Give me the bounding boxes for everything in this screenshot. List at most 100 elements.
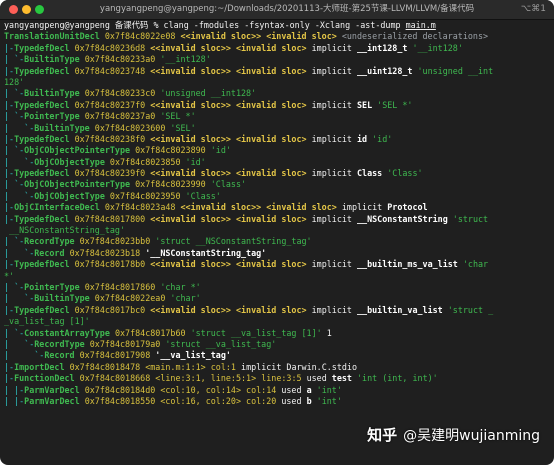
- terminal-token: <<invalid sloc>> <invalid sloc>: [150, 99, 307, 110]
- terminal-token: <<invalid sloc>> <invalid sloc>: [150, 168, 307, 179]
- terminal-token: |-: [4, 42, 15, 53]
- terminal-token: <col:10, col:14>: [160, 384, 247, 395]
- terminal-token: | `-: [4, 327, 25, 338]
- terminal-token: | |-: [4, 384, 25, 395]
- terminal-token: TypedefDecl: [14, 168, 75, 179]
- terminal-line: | `-BuiltinType 0x7f84c8022ea0 'char': [4, 293, 550, 304]
- terminal-token: '__int128': [412, 42, 463, 53]
- terminal-token: | `-: [4, 350, 45, 361]
- terminal-token: | `-: [4, 111, 25, 122]
- terminal-token: 0x7f84c8023748: [74, 65, 151, 76]
- terminal-token: 'char *': [160, 281, 201, 292]
- terminal-line: | `-Record 0x7f84c8023b18 '__NSConstantS…: [4, 248, 550, 259]
- terminal-token: used: [306, 373, 332, 384]
- terminal-token: | `-: [4, 54, 25, 65]
- terminal-token: BuiltinType: [34, 293, 95, 304]
- terminal-token: | `-: [4, 122, 35, 133]
- terminal-token: 0x7f84c8018550: [84, 395, 161, 406]
- terminal-token: '__NSConstantString_tag': [145, 247, 267, 258]
- terminal-token: 0x7f84c8018478: [69, 361, 146, 372]
- terminal-token: | `-: [4, 247, 35, 258]
- terminal-line: | `-BuiltinType 0x7f84c80233a0 '__int128…: [4, 54, 550, 65]
- terminal-token: | `-: [4, 145, 25, 156]
- terminal-token: 0x7f84c8017b60: [114, 327, 191, 338]
- terminal-token: implicit: [306, 259, 357, 270]
- terminal-token: 'id': [210, 145, 231, 156]
- terminal-line: |-TypedefDecl 0x7f84c8023748 <<invalid s…: [4, 66, 550, 77]
- terminal-token: <line:3:1, line:5:1>: [155, 373, 262, 384]
- terminal-line: |-ImportDecl 0x7f84c8018478 <main.m:1:1>…: [4, 362, 550, 373]
- terminal-token: <col:16, col:20>: [160, 395, 247, 406]
- terminal-line: |-TypedefDecl 0x7f84c80237f0 <<invalid s…: [4, 100, 550, 111]
- terminal-token: 'id': [185, 156, 206, 167]
- close-button[interactable]: [9, 5, 18, 14]
- terminal-token: implicit: [306, 42, 357, 53]
- terminal-token: 0x7f84c8023890: [135, 145, 211, 156]
- terminal-token: |-: [4, 99, 15, 110]
- terminal-line: |-FunctionDecl 0x7f84c8018668 <line:3:1,…: [4, 373, 550, 384]
- terminal-token: ImportDecl: [14, 361, 70, 372]
- terminal-token: implicit Darwin.C.stdio: [241, 361, 358, 372]
- terminal-token: ConstantArrayType: [24, 327, 115, 338]
- terminal-token: <<invalid sloc>> <invalid sloc>: [150, 65, 307, 76]
- minimize-button[interactable]: [22, 5, 31, 14]
- terminal-token: <<invalid sloc>> <invalid sloc>: [180, 31, 337, 42]
- terminal-token: __builtin_va_list: [356, 304, 448, 315]
- terminal-token: main.m: [405, 20, 436, 30]
- terminal-token: 'struct _: [447, 304, 494, 315]
- terminal-line: __NSConstantString_tag': [4, 225, 550, 236]
- terminal-token: 0x7f84c8017bc0: [74, 304, 151, 315]
- terminal-token: *': [4, 270, 15, 281]
- terminal-token: | `-: [4, 281, 25, 292]
- terminal-line: | `-ObjCObjectType 0x7f84c8023850 'id': [4, 157, 550, 168]
- terminal-token: used: [281, 395, 307, 406]
- terminal-token: 0x7f84c8023a48: [104, 202, 181, 213]
- terminal-token: 'struct __NSConstantString_tag': [155, 236, 312, 247]
- terminal-line: *': [4, 271, 550, 282]
- terminal-token: BuiltinType: [24, 54, 85, 65]
- terminal-token: 0x7f84c8017908: [79, 350, 156, 361]
- terminal-line: | `-ObjCObjectPointerType 0x7f84c8023890…: [4, 145, 550, 156]
- terminal-token: 0x7f84c80237f0: [74, 99, 151, 110]
- terminal-token: 'int': [316, 384, 342, 395]
- terminal-token: |-: [4, 202, 15, 213]
- terminal-token: id: [356, 133, 373, 144]
- terminal-token: 1: [326, 327, 332, 338]
- zoom-button[interactable]: [35, 5, 44, 14]
- terminal-token: implicit: [306, 65, 357, 76]
- terminal-token: TypedefDecl: [14, 65, 75, 76]
- terminal-token: implicit: [306, 304, 357, 315]
- terminal-token: <<invalid sloc>> <invalid sloc>: [150, 133, 307, 144]
- terminal-token: 'Class': [387, 168, 423, 179]
- terminal-token: 0x7f84c80184d0: [84, 384, 161, 395]
- terminal-token: 'SEL *': [160, 111, 196, 122]
- terminal-token: col:1: [210, 361, 242, 372]
- terminal-line: | `-ObjCObjectType 0x7f84c8023950 'Class…: [4, 191, 550, 202]
- terminal-token: Protocol: [387, 202, 428, 213]
- terminal-token: 128': [4, 76, 25, 87]
- terminal-token: TypedefDecl: [14, 133, 75, 144]
- terminal-token: 0x7f84c8022ea0: [94, 293, 171, 304]
- terminal-token: __int128_t: [356, 42, 413, 53]
- terminal-token: <main.m:1:1>: [145, 361, 211, 372]
- terminal-token: 'int (int, int)': [357, 373, 438, 384]
- terminal-token: used: [281, 384, 307, 395]
- terminal-token: 0x7f84c8022e08: [104, 31, 181, 42]
- terminal-token: a: [306, 384, 317, 395]
- terminal-token: ObjCObjectPointerType: [24, 179, 136, 190]
- terminal-token: BuiltinType: [24, 88, 85, 99]
- terminal-line: _va_list_tag [1]': [4, 316, 550, 327]
- terminal-token: 'SEL': [170, 122, 196, 133]
- terminal-output[interactable]: yangyangpeng@yangpeng 备课代码 % clang -fmod…: [0, 20, 554, 465]
- terminal-token: <undeserialized declarations>: [336, 31, 489, 42]
- terminal-token: __NSConstantString_tag': [4, 225, 126, 236]
- terminal-token: implicit: [306, 133, 357, 144]
- terminal-token: | `-: [4, 88, 25, 99]
- terminal-line: | `-RecordType 0x7f84c80179a0 'struct __…: [4, 339, 550, 350]
- terminal-token: 'id': [372, 133, 393, 144]
- terminal-token: <<invalid sloc>> <invalid sloc>: [180, 202, 337, 213]
- terminal-token: 0x7f84c8017860: [84, 281, 161, 292]
- terminal-window: yangyangpeng@yangpeng:~/Downloads/202011…: [0, 0, 554, 465]
- terminal-token: | `-: [4, 179, 25, 190]
- terminal-token: | |-: [4, 395, 25, 406]
